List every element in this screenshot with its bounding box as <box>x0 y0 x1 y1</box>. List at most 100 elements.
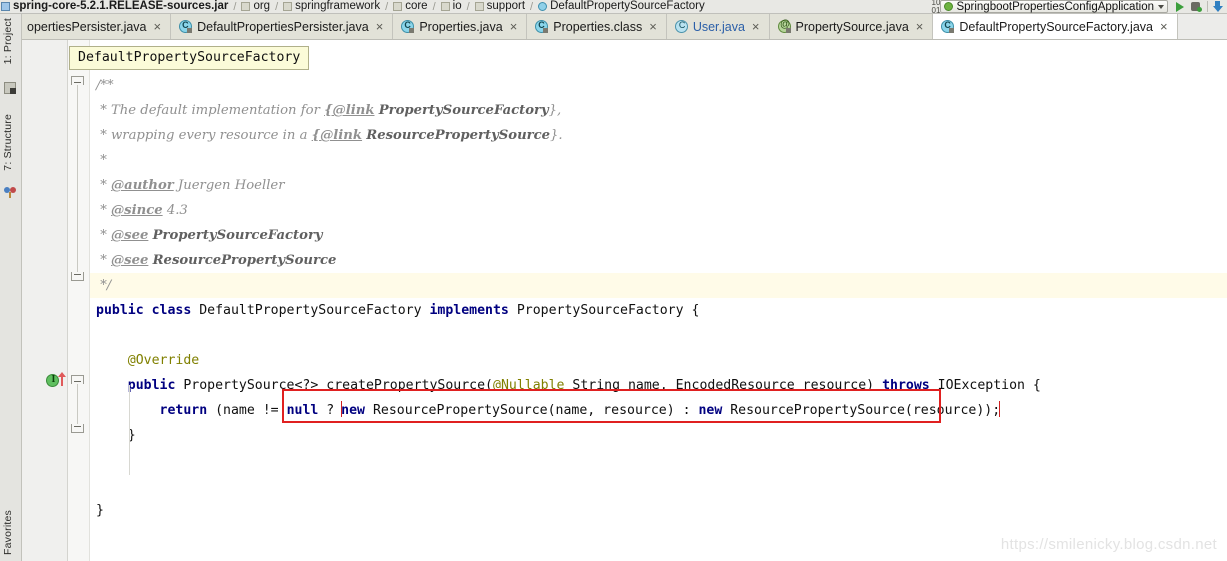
code-token: (name != <box>215 403 287 418</box>
structure-icon <box>4 186 16 198</box>
java-annotation-icon <box>777 19 791 33</box>
breadcrumb-hint-popup: DefaultPropertySourceFactory <box>69 46 310 70</box>
breadcrumb-item[interactable]: support <box>474 0 526 13</box>
sidebar-item-structure[interactable]: 7: Structure <box>2 114 20 171</box>
code-token: }, <box>548 103 562 118</box>
close-icon[interactable]: × <box>1160 20 1168 33</box>
code-token: String name, EncodedResource resource) <box>572 378 883 393</box>
code-line[interactable]: * @see PropertySourceFactory <box>96 223 1227 248</box>
code-line[interactable]: * @author Juergen Hoeller <box>96 173 1227 198</box>
code-line[interactable]: * The default implementation for {@link … <box>96 98 1227 123</box>
breadcrumb-item[interactable]: spring-core-5.2.1.RELEASE-sources.jar <box>0 0 229 13</box>
breadcrumb-label: core <box>405 0 428 12</box>
editor-tab[interactable]: PropertySource.java × <box>769 14 934 39</box>
code-token: {@link <box>311 128 363 143</box>
code-token: return <box>159 403 216 418</box>
code-editor[interactable]: /** * The default implementation for {@l… <box>22 40 1227 561</box>
code-token: Juergen Hoeller <box>173 178 285 193</box>
close-icon[interactable]: × <box>752 20 760 33</box>
breadcrumb-label: DefaultPropertySourceFactory <box>550 0 705 12</box>
code-token: } <box>96 503 104 518</box>
editor-tab-label: Properties.java <box>419 19 503 34</box>
code-line[interactable]: * wrapping every resource in a {@link Re… <box>96 123 1227 148</box>
debug-button[interactable] <box>1188 0 1204 13</box>
breadcrumb-item[interactable]: DefaultPropertySourceFactory <box>537 0 706 13</box>
code-line[interactable] <box>96 448 1227 473</box>
close-icon[interactable]: × <box>376 20 384 33</box>
hint-text: DefaultPropertySourceFactory <box>78 50 301 65</box>
close-icon[interactable]: × <box>649 20 657 33</box>
code-line[interactable]: } <box>96 498 1227 523</box>
fold-line-javadoc <box>77 85 78 272</box>
breadcrumb-separator: / <box>530 0 534 13</box>
code-content[interactable]: /** * The default implementation for {@l… <box>90 40 1227 561</box>
editor-tab[interactable]: Properties.class × <box>527 14 667 39</box>
code-token: ResourcePropertySource(resource)); <box>730 403 1001 418</box>
package-icon <box>241 2 251 11</box>
editor-tab[interactable]: Properties.java × <box>393 14 528 39</box>
code-token: ResourcePropertySource <box>366 128 551 143</box>
text-caret-secondary <box>999 401 1001 417</box>
breadcrumb-item[interactable]: org <box>240 0 271 13</box>
binary-toggle-icon[interactable]: 10 01 <box>932 0 941 13</box>
code-line[interactable]: } <box>96 423 1227 448</box>
code-token: new <box>341 403 373 418</box>
code-line[interactable] <box>96 323 1227 348</box>
breadcrumb-item[interactable]: core <box>392 0 428 13</box>
sidebar-item-favorites[interactable]: Favorites <box>2 507 20 559</box>
code-token: @Override <box>96 353 200 368</box>
overriding-method-arrow-icon[interactable] <box>58 372 67 386</box>
code-line[interactable]: * @see ResourcePropertySource <box>96 248 1227 273</box>
code-line[interactable]: /** <box>96 73 1227 98</box>
breadcrumb-separator: / <box>275 0 279 13</box>
code-token: public <box>127 378 184 393</box>
code-token: PropertySourceFactory { <box>516 303 700 318</box>
breadcrumb-item[interactable]: io <box>440 0 463 13</box>
java-class-icon <box>941 20 955 33</box>
breadcrumb-separator: / <box>385 0 389 13</box>
fold-region-start-javadoc[interactable] <box>71 76 84 85</box>
sidebar-item-project[interactable]: 1: Project <box>2 18 20 64</box>
editor-gutter[interactable] <box>22 40 68 561</box>
code-line[interactable]: * <box>96 148 1227 173</box>
run-configuration-selector[interactable]: SpringbootPropertiesConfigApplication <box>940 0 1168 13</box>
code-line[interactable]: public class DefaultPropertySourceFactor… <box>96 298 1227 323</box>
idea-window: spring-core-5.2.1.RELEASE-sources.jar / or… <box>0 0 1227 561</box>
close-icon[interactable]: × <box>154 20 162 33</box>
close-icon[interactable]: × <box>510 20 518 33</box>
code-token: }. <box>550 128 563 143</box>
editor-folding-column[interactable] <box>68 40 90 561</box>
editor-tab[interactable]: opertiesPersister.java × <box>22 14 172 39</box>
toolbar-divider <box>1207 1 1208 12</box>
run-button[interactable] <box>1172 0 1188 13</box>
editor-tab[interactable]: DefaultPropertiesPersister.java × <box>171 14 394 39</box>
download-button[interactable] <box>1211 0 1227 13</box>
code-line[interactable]: * @since 4.3 <box>96 198 1227 223</box>
code-token: PropertySourceFactory <box>152 228 323 243</box>
code-line[interactable]: return (name != null ? new ResourcePrope… <box>96 398 1227 423</box>
editor-tab[interactable]: DefaultPropertySourceFactory.java × <box>933 14 1178 39</box>
code-line[interactable]: public PropertySource<?> createPropertyS… <box>96 373 1227 398</box>
project-icon <box>4 82 16 94</box>
fold-region-end-javadoc[interactable] <box>71 272 84 281</box>
editor-tab-label: DefaultPropertySourceFactory.java <box>959 19 1153 34</box>
fold-line-method <box>77 384 78 424</box>
code-token: implements <box>429 303 517 318</box>
fold-region-end-method[interactable] <box>71 424 84 433</box>
code-token: public class <box>96 303 200 318</box>
breadcrumb-separator: / <box>466 0 470 13</box>
code-line[interactable] <box>96 473 1227 498</box>
structure-icon-stem <box>9 192 11 198</box>
fold-region-start-method[interactable] <box>71 375 84 384</box>
editor-tab-label: User.java <box>692 19 745 34</box>
package-icon <box>283 2 293 11</box>
code-line[interactable]: @Override <box>96 348 1227 373</box>
indent-guide <box>129 385 130 475</box>
editor-tab-label: DefaultPropertiesPersister.java <box>197 19 369 34</box>
code-line[interactable]: */ <box>90 273 1227 298</box>
editor-tab[interactable]: User.java × <box>666 14 770 39</box>
breadcrumb-item[interactable]: springframework <box>282 0 381 13</box>
watermark: https://smilenicky.blog.csdn.net <box>1000 536 1217 553</box>
chevron-down-icon[interactable] <box>1158 4 1164 9</box>
close-icon[interactable]: × <box>916 20 924 33</box>
